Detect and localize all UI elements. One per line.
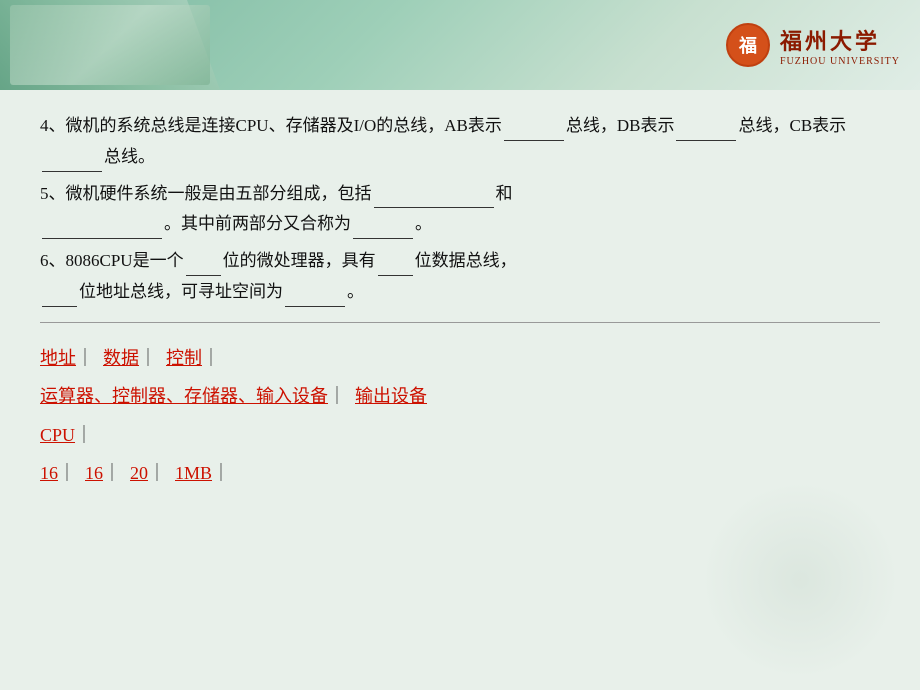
sep8: ｜ (148, 463, 166, 483)
answer-cpu: CPU (40, 425, 75, 445)
q5-text3: 。 (415, 214, 432, 233)
answer-row-4: 16｜ 16｜ 20｜ 1MB｜ (40, 458, 880, 489)
divider (40, 322, 880, 323)
question-5: 5、微机硬件系统一般是由五部分组成，包括 和 。其中前两部分又合称为 。 (40, 178, 880, 240)
answer-ctrl: 控制 (166, 348, 202, 368)
sep6: ｜ (58, 463, 76, 483)
q4-text3: 总线。 (104, 147, 155, 166)
sep2: ｜ (139, 348, 157, 368)
q6-blank4 (285, 276, 345, 307)
sep4: ｜ (328, 386, 346, 406)
sep5: ｜ (75, 425, 93, 445)
university-name-chinese: 福州大学 (780, 24, 900, 56)
answer-components: 运算器、控制器、存储器、输入设备 (40, 386, 328, 406)
q4-blank2 (676, 110, 736, 141)
q5-text1: 和 (496, 184, 513, 203)
q6-text4: 。 (347, 282, 364, 301)
q5-intro: 、微机硬件系统一般是由五部分组成，包括 (49, 184, 372, 203)
q4-number: 4 (40, 116, 49, 135)
q6-text1: 位的微处理器，具有 (223, 251, 376, 270)
q4-intro: 、微机的系统总线是连接CPU、存储器及I/O的总线，AB表示 (49, 116, 502, 135)
question-6: 6、8086CPU是一个 位的微处理器，具有 位数据总线， 位地址总线，可寻址空… (40, 245, 880, 307)
q6-intro: 、8086CPU是一个 (49, 251, 184, 270)
answers-section: 地址｜ 数据｜ 控制｜ 运算器、控制器、存储器、输入设备｜ 输出设备 CPU｜ … (40, 338, 880, 502)
q6-blank2 (378, 245, 413, 276)
answer-20: 20 (130, 463, 148, 483)
main-content: 4、微机的系统总线是连接CPU、存储器及I/O的总线，AB表示 总线，DB表示 … (0, 90, 920, 690)
university-logo: 福 福州大学 FUZHOU UNIVERSITY (726, 23, 900, 67)
sep1: ｜ (76, 348, 94, 368)
sep3: ｜ (202, 348, 220, 368)
answer-output: 输出设备 (355, 386, 427, 406)
q4-text1: 总线，DB表示 (566, 116, 675, 135)
q5-blank1 (374, 178, 494, 209)
logo-text: 福州大学 FUZHOU UNIVERSITY (780, 24, 900, 67)
answer-data: 数据 (103, 348, 139, 368)
logo-emblem: 福 (726, 23, 770, 67)
question-4: 4、微机的系统总线是连接CPU、存储器及I/O的总线，AB表示 总线，DB表示 … (40, 110, 880, 172)
answer-1mb: 1MB (175, 463, 212, 483)
q6-blank1 (186, 245, 221, 276)
bg-emblem (700, 480, 900, 680)
q4-blank1 (504, 110, 564, 141)
q5-text2: 。其中前两部分又合称为 (164, 214, 351, 233)
q6-text2: 位数据总线， (415, 251, 517, 270)
answer-16-1: 16 (40, 463, 58, 483)
logo-char: 福 (739, 32, 757, 58)
sep7: ｜ (103, 463, 121, 483)
answer-row-3: CPU｜ (40, 420, 880, 451)
answer-row-1: 地址｜ 数据｜ 控制｜ (40, 343, 880, 374)
header: 福 福州大学 FUZHOU UNIVERSITY (0, 0, 920, 90)
q5-blank3 (353, 208, 413, 239)
header-image-overlay (10, 5, 210, 85)
answer-row-2: 运算器、控制器、存储器、输入设备｜ 输出设备 (40, 381, 880, 412)
answer-addr: 地址 (40, 348, 76, 368)
q4-blank3 (42, 141, 102, 172)
q6-text3: 位地址总线，可寻址空间为 (79, 282, 283, 301)
sep9: ｜ (212, 463, 230, 483)
university-name-english: FUZHOU UNIVERSITY (780, 56, 900, 67)
q5-blank2 (42, 208, 162, 239)
q6-number: 6 (40, 251, 49, 270)
q4-text2: 总线，CB表示 (738, 116, 846, 135)
q6-blank3 (42, 276, 77, 307)
answer-16-2: 16 (85, 463, 103, 483)
q5-number: 5 (40, 184, 49, 203)
